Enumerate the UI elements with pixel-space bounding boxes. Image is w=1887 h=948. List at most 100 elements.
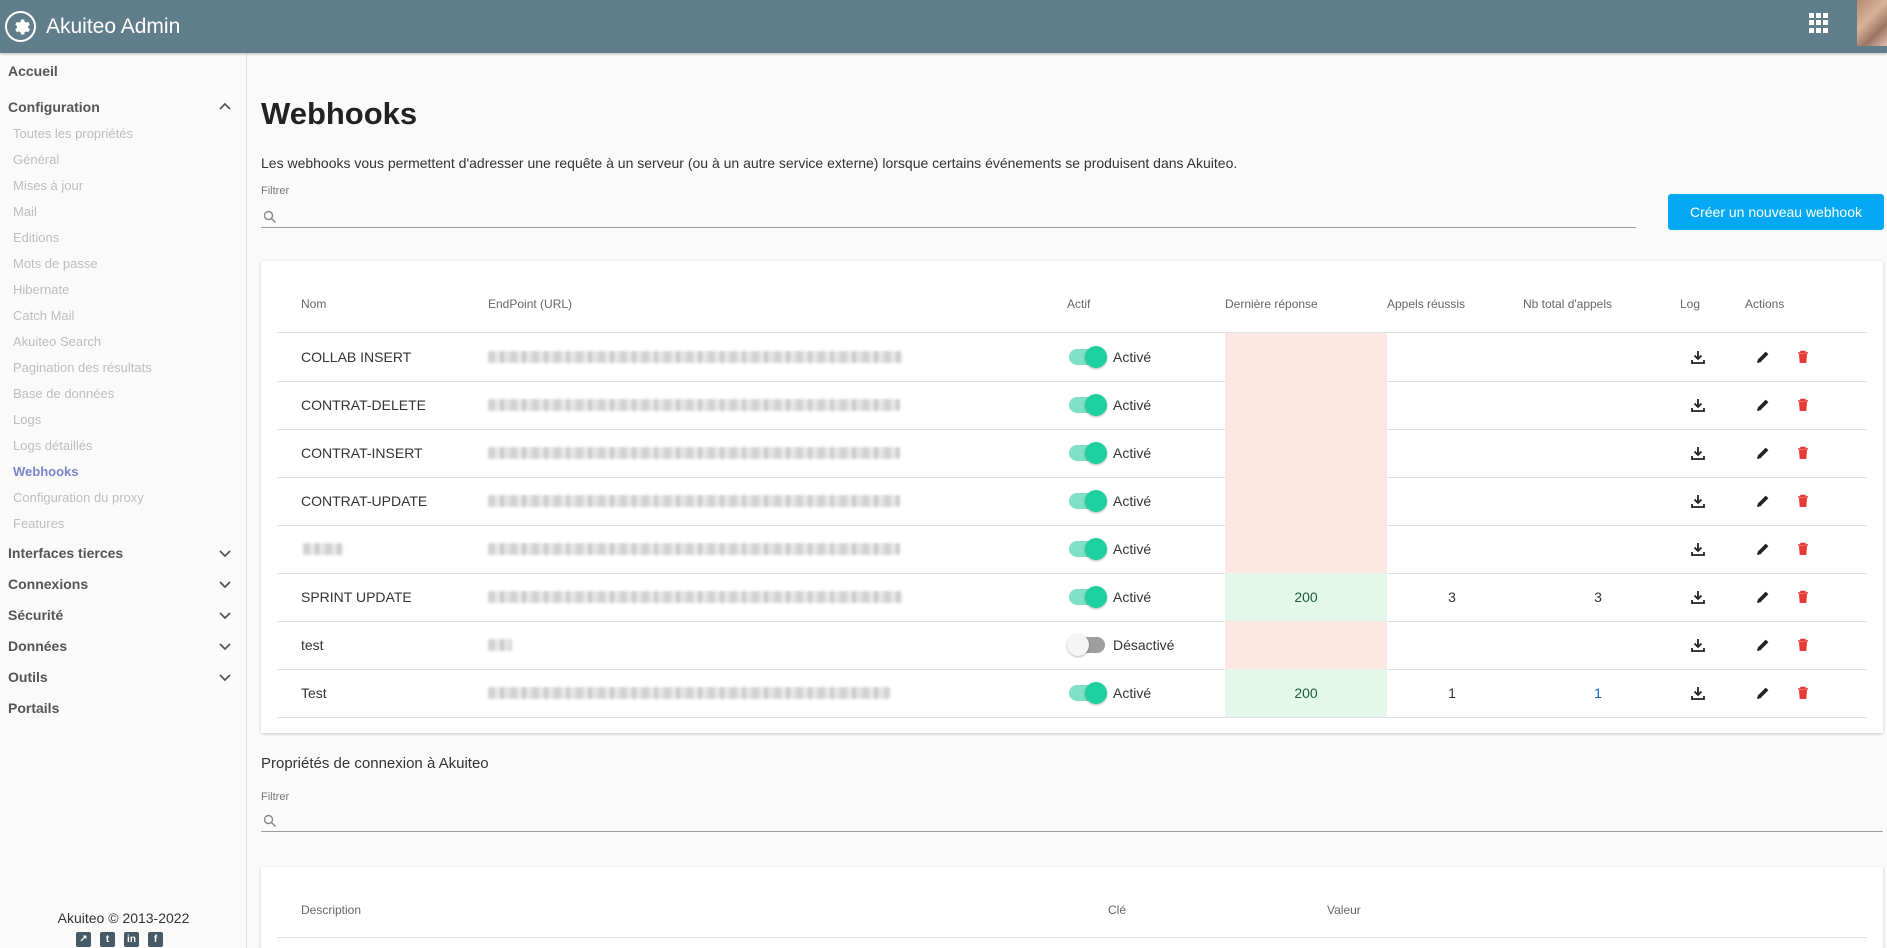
column-header-cle[interactable]: Clé: [1108, 903, 1126, 917]
total-calls[interactable]: 1: [1583, 685, 1613, 701]
chevron-up-icon[interactable]: [218, 99, 232, 113]
top-bar: Akuiteo Admin: [0, 0, 1887, 53]
sidebar-item-config[interactable]: Mail: [13, 204, 37, 219]
active-toggle[interactable]: [1069, 394, 1107, 416]
sidebar-item-config[interactable]: Général: [13, 152, 59, 167]
create-webhook-button[interactable]: Créer un nouveau webhook: [1668, 194, 1884, 230]
delete-icon[interactable]: [1795, 397, 1811, 413]
edit-icon[interactable]: [1755, 445, 1771, 461]
column-header-log: Log: [1680, 297, 1701, 311]
chevron-down-icon[interactable]: [218, 609, 232, 623]
sidebar-item-config[interactable]: Catch Mail: [13, 308, 74, 323]
column-header-endpoint[interactable]: EndPoint (URL): [488, 297, 572, 311]
webhook-name: Test: [301, 685, 327, 701]
sidebar-item-config[interactable]: Base de données: [13, 386, 114, 401]
filter-input[interactable]: [261, 206, 1636, 228]
sidebar-item-config[interactable]: Editions: [13, 230, 59, 245]
webhook-name: SPRINT UPDATE: [301, 589, 412, 605]
sidebar-item-config[interactable]: Configuration du proxy: [13, 490, 144, 505]
sidebar-item-interfaces-tierces[interactable]: Interfaces tierces: [8, 545, 123, 561]
webhook-name: test: [301, 637, 324, 653]
akuiteo-icon[interactable]: ↗: [76, 932, 91, 947]
chevron-down-icon[interactable]: [218, 547, 232, 561]
webhook-endpoint-redacted: [488, 591, 902, 603]
delete-icon[interactable]: [1795, 685, 1811, 701]
sidebar-item-donnees[interactable]: Données: [8, 638, 67, 654]
sidebar-item-config[interactable]: Hibernate: [13, 282, 69, 297]
column-header-actif[interactable]: Actif: [1067, 297, 1090, 311]
active-status-label: Activé: [1113, 589, 1152, 605]
edit-icon[interactable]: [1755, 589, 1771, 605]
active-toggle[interactable]: [1069, 490, 1107, 512]
last-response-cell: [1225, 333, 1387, 381]
avatar[interactable]: [1857, 0, 1887, 46]
active-status-label: Activé: [1113, 541, 1152, 557]
edit-icon[interactable]: [1755, 397, 1771, 413]
active-toggle[interactable]: [1069, 538, 1107, 560]
edit-icon[interactable]: [1755, 685, 1771, 701]
edit-icon[interactable]: [1755, 493, 1771, 509]
webhook-name: CONTRAT-INSERT: [301, 445, 423, 461]
delete-icon[interactable]: [1795, 445, 1811, 461]
sidebar-item-config[interactable]: Mises à jour: [13, 178, 83, 193]
download-log-icon[interactable]: [1690, 445, 1706, 461]
app-title: Akuiteo Admin: [46, 14, 181, 38]
download-log-icon[interactable]: [1690, 685, 1706, 701]
webhooks-table: Nom EndPoint (URL) Actif Dernière répons…: [261, 261, 1883, 733]
column-header-derniere-reponse[interactable]: Dernière réponse: [1225, 297, 1318, 311]
chevron-down-icon[interactable]: [218, 578, 232, 592]
sidebar-item-securite[interactable]: Sécurité: [8, 607, 63, 623]
chevron-down-icon[interactable]: [218, 671, 232, 685]
sidebar-item-config[interactable]: Akuiteo Search: [13, 334, 101, 349]
webhook-endpoint-redacted: [488, 351, 902, 363]
sidebar-item-config[interactable]: Pagination des résultats: [13, 360, 152, 375]
active-toggle[interactable]: [1069, 346, 1107, 368]
edit-icon[interactable]: [1755, 349, 1771, 365]
column-header-valeur[interactable]: Valeur: [1327, 903, 1361, 917]
sidebar-item-config[interactable]: Mots de passe: [13, 256, 98, 271]
sidebar-item-configuration[interactable]: Configuration: [8, 99, 100, 115]
download-log-icon[interactable]: [1690, 541, 1706, 557]
edit-icon[interactable]: [1755, 541, 1771, 557]
gear-logo-icon[interactable]: [5, 11, 36, 42]
sidebar-item-config[interactable]: Features: [13, 516, 64, 531]
column-header-nom[interactable]: Nom: [301, 297, 326, 311]
chevron-down-icon[interactable]: [218, 640, 232, 654]
delete-icon[interactable]: [1795, 493, 1811, 509]
delete-icon[interactable]: [1795, 589, 1811, 605]
download-log-icon[interactable]: [1690, 589, 1706, 605]
download-log-icon[interactable]: [1690, 493, 1706, 509]
delete-icon[interactable]: [1795, 349, 1811, 365]
download-log-icon[interactable]: [1690, 397, 1706, 413]
active-toggle[interactable]: [1069, 682, 1107, 704]
column-header-nb-total[interactable]: Nb total d'appels: [1523, 297, 1612, 311]
delete-icon[interactable]: [1795, 541, 1811, 557]
sidebar-item-config[interactable]: Logs: [13, 412, 41, 427]
facebook-icon[interactable]: f: [148, 932, 163, 947]
last-response-cell: 200: [1225, 669, 1387, 717]
active-toggle[interactable]: [1069, 442, 1107, 464]
download-log-icon[interactable]: [1690, 637, 1706, 653]
connection-filter-input[interactable]: [261, 810, 1883, 832]
edit-icon[interactable]: [1755, 637, 1771, 653]
linkedin-icon[interactable]: in: [124, 932, 139, 947]
sidebar-item-config[interactable]: Toutes les propriétés: [13, 126, 133, 141]
sidebar-item-config[interactable]: Logs détaillés: [13, 438, 93, 453]
download-log-icon[interactable]: [1690, 349, 1706, 365]
sidebar-item-connexions[interactable]: Connexions: [8, 576, 88, 592]
last-response-cell: [1225, 381, 1387, 429]
column-header-appels-reussis[interactable]: Appels réussis: [1387, 297, 1465, 311]
sidebar-item-portails[interactable]: Portails: [8, 700, 59, 716]
last-response-value: 200: [1294, 589, 1318, 605]
column-header-description[interactable]: Description: [301, 903, 361, 917]
sidebar-item-outils[interactable]: Outils: [8, 669, 48, 685]
twitter-icon[interactable]: t: [100, 932, 115, 947]
connection-section-title: Propriétés de connexion à Akuiteo: [261, 755, 489, 772]
delete-icon[interactable]: [1795, 637, 1811, 653]
apps-grid-icon[interactable]: [1809, 13, 1829, 33]
active-toggle[interactable]: [1067, 634, 1105, 656]
sidebar-item-config[interactable]: Webhooks: [13, 464, 79, 479]
sidebar-item-accueil[interactable]: Accueil: [8, 63, 58, 79]
active-toggle[interactable]: [1069, 586, 1107, 608]
search-icon: [263, 210, 276, 223]
